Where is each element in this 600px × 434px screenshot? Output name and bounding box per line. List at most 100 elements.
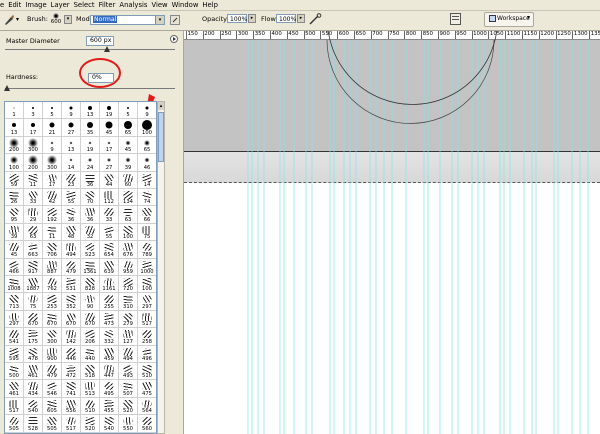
brush-preset[interactable]: 595	[5, 345, 24, 363]
brush-preset[interactable]: 39	[119, 154, 138, 172]
brush-preset[interactable]: 11	[24, 171, 43, 189]
brush-preset[interactable]: 300	[43, 154, 62, 172]
brush-preset[interactable]: 33	[24, 189, 43, 207]
brush-preset[interactable]: 13	[5, 119, 24, 137]
brush-preset[interactable]: 523	[81, 241, 100, 259]
brush-list-scrollbar[interactable]: ▴	[157, 101, 165, 434]
brush-preset[interactable]: 639	[100, 258, 119, 276]
brush-preset[interactable]: 531	[62, 276, 81, 294]
brush-preset[interactable]: 475	[138, 380, 156, 398]
brush-preset[interactable]: 17	[24, 119, 43, 137]
brush-preset[interactable]: 9	[62, 102, 81, 120]
brush-preset[interactable]: 461	[5, 380, 24, 398]
hardness-slider-thumb[interactable]	[4, 85, 10, 91]
menu-item-select[interactable]: Select	[74, 0, 99, 10]
brush-preset[interactable]: 74	[138, 189, 156, 207]
master-diameter-slider-thumb[interactable]	[104, 46, 110, 52]
brush-preset[interactable]: 713	[5, 293, 24, 311]
brush-preset[interactable]: 493	[119, 363, 138, 381]
brush-preset[interactable]: 26	[5, 189, 24, 207]
menu-item-e[interactable]: e	[0, 0, 8, 10]
panel-menu-icon[interactable]	[170, 35, 178, 45]
brush-preset[interactable]: 9	[138, 102, 156, 120]
document-canvas[interactable]: 150 200 250 300 350 400 450 500 550 600 650 700 750 8…	[184, 31, 600, 434]
brush-preset[interactable]: 70	[81, 189, 100, 207]
brush-preset[interactable]: 100	[5, 154, 24, 172]
menu-item-analysis[interactable]: Analysis	[119, 0, 151, 10]
brush-preset[interactable]: 520	[81, 415, 100, 433]
brush-preset[interactable]: 959	[119, 258, 138, 276]
brush-preset[interactable]: 556	[62, 397, 81, 416]
brush-preset[interactable]: 466	[5, 258, 24, 276]
brush-preset-picker[interactable]: 600	[48, 12, 64, 29]
brush-preset[interactable]: 495	[100, 380, 119, 398]
brush-preset[interactable]: 21	[43, 119, 62, 137]
brush-preset[interactable]: 13	[81, 102, 100, 120]
opacity-slider-arrow[interactable]: ▸	[248, 14, 256, 23]
brush-preset[interactable]: 75	[138, 224, 156, 242]
hardness-slider[interactable]	[5, 88, 175, 89]
brush-preset[interactable]: 206	[81, 328, 100, 346]
brush-preset[interactable]: 670	[43, 310, 62, 329]
brush-preset[interactable]: 297	[138, 293, 156, 311]
menu-item-image[interactable]: Image	[25, 0, 50, 10]
brush-preset[interactable]: 496	[138, 346, 156, 363]
brush-preset[interactable]: 100	[138, 119, 156, 137]
flow-field[interactable]: 100%	[276, 14, 296, 23]
brush-preset[interactable]: 66	[138, 206, 156, 224]
brush-preset[interactable]: 310	[119, 293, 138, 311]
brush-preset[interactable]: 1008	[5, 276, 24, 294]
brush-preset[interactable]: 36	[81, 206, 100, 224]
brush-preset[interactable]: 11	[43, 223, 62, 242]
brush-preset[interactable]: 255	[100, 293, 119, 311]
brush-preset[interactable]: 19	[81, 136, 100, 155]
brush-preset[interactable]: 13	[62, 136, 81, 155]
brush-preset[interactable]: 670	[81, 310, 100, 329]
brush-preset[interactable]: 479	[43, 363, 62, 381]
brush-preset[interactable]: 828	[81, 276, 100, 294]
brush-preset[interactable]: 112	[100, 189, 119, 207]
brush-preset[interactable]: 17	[100, 136, 119, 155]
brush-preset[interactable]: 473	[100, 310, 119, 329]
scroll-up-arrow-icon[interactable]: ▴	[158, 102, 164, 110]
mode-select[interactable]: Normal ▾	[90, 15, 165, 25]
brush-preset[interactable]: 134	[119, 189, 138, 207]
brush-preset[interactable]: 560	[138, 415, 156, 433]
menu-item-edit[interactable]: Edit	[8, 0, 25, 10]
brush-preset[interactable]: 459	[100, 345, 119, 363]
brush-preset[interactable]: 762	[43, 276, 62, 294]
brush-preset[interactable]: 44	[100, 171, 119, 189]
brush-preset[interactable]: 100	[119, 223, 138, 242]
brush-preset[interactable]: 175	[24, 328, 43, 346]
brush-preset[interactable]: 14	[138, 172, 156, 189]
brush-preset[interactable]: 706	[43, 241, 62, 259]
brush-preset[interactable]: 518	[81, 363, 100, 381]
brush-preset[interactable]: 505	[43, 415, 62, 433]
brush-preset[interactable]: 258	[138, 328, 156, 346]
brush-preset[interactable]: 528	[24, 415, 43, 433]
brush-preset[interactable]: 45	[5, 241, 24, 259]
brush-preset[interactable]: 36	[62, 206, 81, 224]
brush-preset[interactable]: 42	[43, 189, 62, 207]
brush-preset[interactable]: 297	[5, 310, 24, 329]
brush-preset[interactable]: 63	[119, 206, 138, 224]
brush-preset[interactable]: 550	[119, 415, 138, 433]
brush-preset[interactable]: 90	[81, 293, 100, 311]
brush-preset[interactable]: 200	[5, 136, 24, 155]
brush-preset[interactable]: 605	[43, 397, 62, 416]
brush-preset[interactable]: 540	[100, 415, 119, 433]
brush-preset[interactable]: 507	[119, 380, 138, 398]
brush-preset[interactable]: 65	[138, 137, 156, 155]
workspace-button[interactable]: Workspace ▾	[484, 12, 534, 27]
brush-preset[interactable]: 472	[62, 363, 81, 381]
master-diameter-field[interactable]: 600 px	[86, 36, 114, 46]
brush-preset[interactable]: 127	[119, 328, 138, 346]
brush-preset[interactable]: 440	[81, 345, 100, 363]
brush-preset[interactable]: 517	[62, 415, 81, 433]
palette-well-icon[interactable]	[450, 13, 461, 27]
brush-preset[interactable]: 900	[43, 345, 62, 363]
menu-item-filter[interactable]: Filter	[99, 0, 120, 10]
brush-preset[interactable]: 39	[5, 223, 24, 242]
brush-preset[interactable]: 1361	[81, 258, 100, 276]
brush-preset[interactable]: 546	[43, 380, 62, 398]
